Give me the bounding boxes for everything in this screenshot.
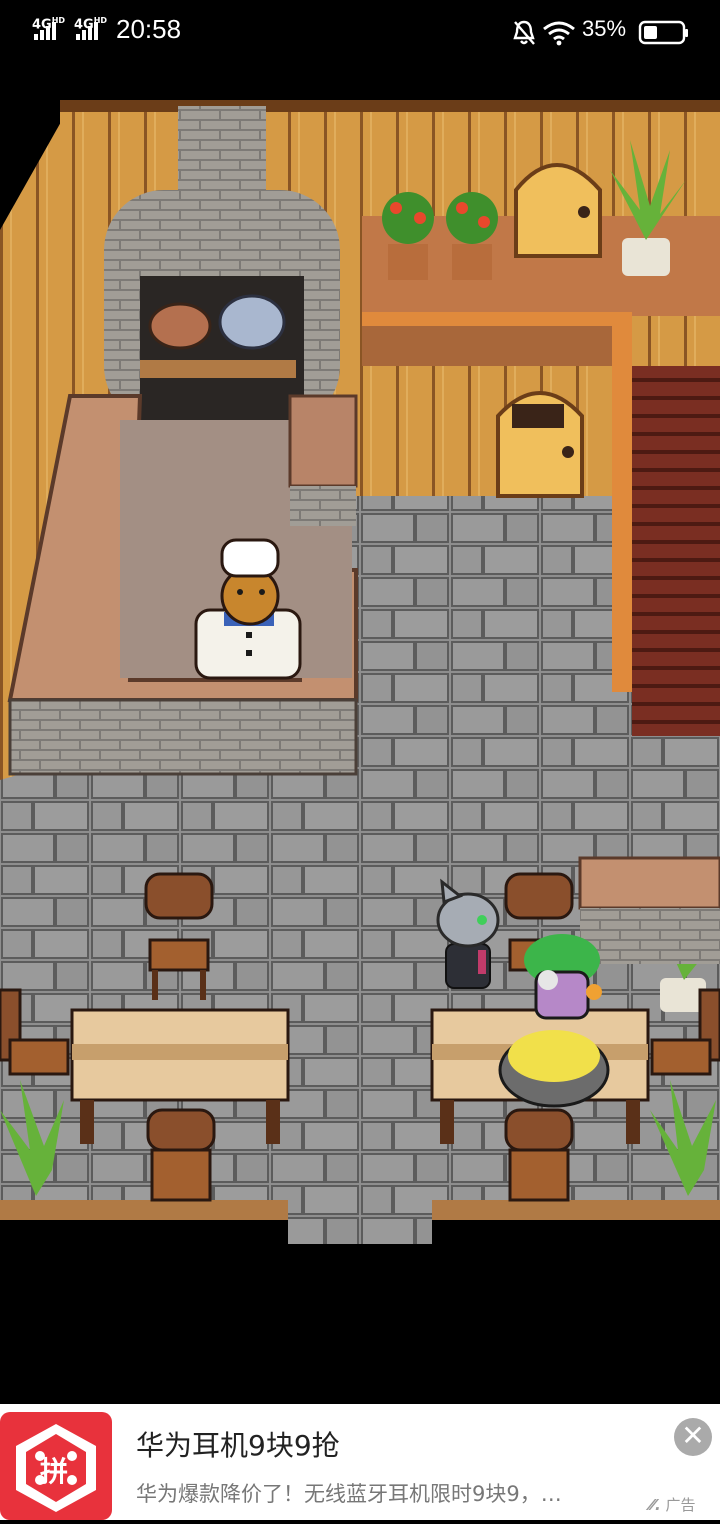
flower-pot-left: [382, 192, 434, 280]
battery-percent: 35%: [582, 16, 627, 41]
ad-mark-icon: ⁄⁄.: [650, 1496, 661, 1514]
side-bench: [578, 856, 720, 910]
ad-close-button[interactable]: ✕: [674, 1418, 712, 1456]
soup-pot: [498, 1030, 610, 1108]
chair-bottom-left: [146, 1108, 216, 1202]
staircase: [632, 366, 720, 736]
copper-pot: [148, 302, 212, 350]
clock: 20:58: [116, 14, 182, 44]
ad-banner[interactable]: 拼 华为耳机9块9抢 华为爆款降价了！无线蓝牙耳机限时9块9，… ✕ ⁄⁄. 广…: [0, 1404, 720, 1520]
counter-front: [8, 698, 358, 776]
chair-bottom-right: [504, 1108, 574, 1202]
ad-title[interactable]: 华为耳机9块9抢: [136, 1424, 340, 1464]
signal-1-bars-icon: [34, 22, 56, 40]
mute-bell-icon: [513, 20, 535, 45]
ad-description[interactable]: 华为爆款降价了！无线蓝牙耳机限时9块9，…: [136, 1478, 562, 1508]
steel-pot: [218, 294, 286, 350]
flower-pot-right: [446, 192, 498, 280]
game-scene[interactable]: [0, 64, 720, 1404]
balcony-railing: [362, 326, 622, 366]
status-bar: 4GHD 4GHD 20:58 35%: [0, 0, 720, 64]
floor-exit: [288, 1200, 432, 1244]
battery-icon: [638, 20, 688, 45]
ad-logo-glyph: 拼: [40, 1455, 69, 1488]
ad-tag-label: 广告: [665, 1496, 696, 1514]
ad-tag: ⁄⁄. 广告: [650, 1494, 696, 1515]
pinduoduo-logo-icon[interactable]: 拼: [0, 1412, 112, 1520]
wifi-icon: [543, 21, 575, 46]
tavern-kitchen-map: [0, 100, 720, 1244]
signal-2-bars-icon: [76, 22, 98, 40]
